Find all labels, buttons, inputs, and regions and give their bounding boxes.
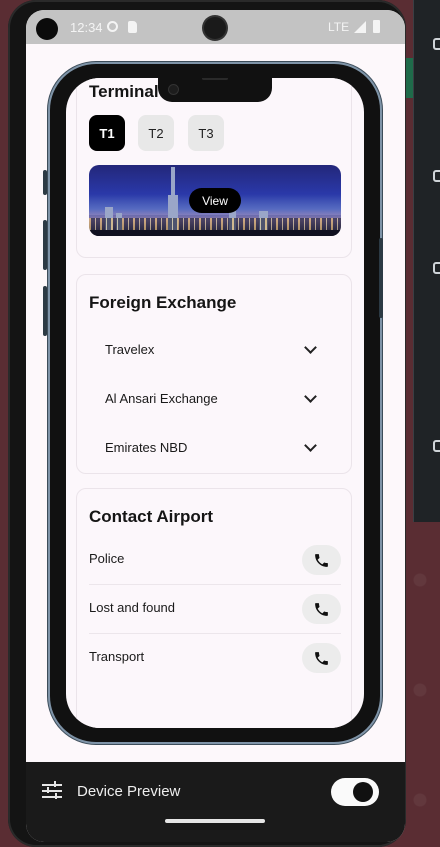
exchange-item-travelex[interactable]: Travelex (77, 326, 353, 375)
exchange-item-label: Al Ansari Exchange (105, 391, 218, 406)
foreign-exchange-card: Foreign Exchange Travelex Al Ansari Exch… (76, 274, 352, 474)
signal-icon (354, 21, 366, 33)
side-panel-icon[interactable] (433, 440, 440, 452)
terminal-map-image[interactable]: View (89, 165, 341, 236)
battery-icon (373, 20, 380, 33)
chevron-down-icon (304, 341, 317, 354)
chevron-down-icon (304, 439, 317, 452)
contact-airport-card: Contact Airport Police Lost and found Tr… (76, 488, 352, 728)
exchange-item-label: Travelex (105, 342, 155, 357)
chevron-down-icon (304, 390, 317, 403)
call-transport-button[interactable] (302, 643, 341, 673)
status-bar: 12:34 LTE (26, 10, 405, 44)
device-side-button (43, 286, 47, 336)
device-preview-toggle[interactable] (331, 778, 379, 806)
contact-item-police: Police (89, 535, 341, 585)
notch-camera-icon (168, 84, 179, 95)
call-lost-and-found-button[interactable] (302, 594, 341, 624)
device-preview-label: Device Preview (77, 783, 181, 800)
contact-item-label: Transport (89, 649, 145, 664)
device-side-button (43, 170, 47, 195)
contact-item-label: Lost and found (89, 600, 176, 615)
tune-settings-icon[interactable] (42, 781, 62, 799)
contact-item-label: Police (89, 551, 125, 566)
toggle-knob (353, 782, 373, 802)
notch (158, 78, 272, 102)
device-power-button (379, 238, 383, 318)
side-panel-icon[interactable] (433, 38, 440, 50)
exchange-item-al-ansari[interactable]: Al Ansari Exchange (77, 375, 353, 424)
phone-icon (315, 602, 328, 616)
view-map-button[interactable]: View (189, 188, 241, 213)
terminal-button-t2[interactable]: T2 (138, 115, 174, 151)
terminal-map-card: Terminal Map T1 T2 T3 View (76, 78, 352, 258)
phone-icon (315, 651, 328, 665)
settings-notification-icon (107, 21, 118, 32)
contact-item-transport: Transport (89, 633, 341, 682)
terminal-button-t1[interactable]: T1 (89, 115, 125, 151)
notch-speaker (202, 78, 228, 80)
device-preview-frame: Terminal Map T1 T2 T3 View Foreign Excha… (43, 64, 383, 742)
exchange-item-label: Emirates NBD (105, 440, 188, 455)
foreign-exchange-title: Foreign Exchange (89, 293, 237, 312)
side-panel-icon[interactable] (433, 170, 440, 182)
emulator-screen: 12:34 LTE Terminal Map T1 T2 T3 View For… (26, 10, 405, 842)
device-side-button (43, 220, 47, 270)
scroll-content[interactable]: Terminal Map T1 T2 T3 View Foreign Excha… (66, 78, 364, 728)
terminal-button-t3[interactable]: T3 (188, 115, 224, 151)
status-time: 12:34 (70, 20, 103, 35)
phone-icon (315, 553, 328, 567)
app-screen: Terminal Map T1 T2 T3 View Foreign Excha… (66, 78, 364, 728)
exchange-item-emirates-nbd[interactable]: Emirates NBD (77, 424, 353, 473)
front-camera-icon (36, 18, 58, 40)
sd-card-icon (128, 21, 137, 33)
contact-airport-title: Contact Airport (89, 507, 214, 526)
call-police-button[interactable] (302, 545, 341, 575)
home-indicator[interactable] (165, 819, 265, 823)
network-type: LTE (328, 20, 350, 34)
punch-hole-camera-icon (204, 17, 226, 39)
contact-item-lost-and-found: Lost and found (89, 584, 341, 634)
emulator-device: 12:34 LTE Terminal Map T1 T2 T3 View For… (8, 0, 406, 847)
side-panel-icon[interactable] (433, 262, 440, 274)
device-preview-bar: Device Preview (26, 762, 405, 842)
